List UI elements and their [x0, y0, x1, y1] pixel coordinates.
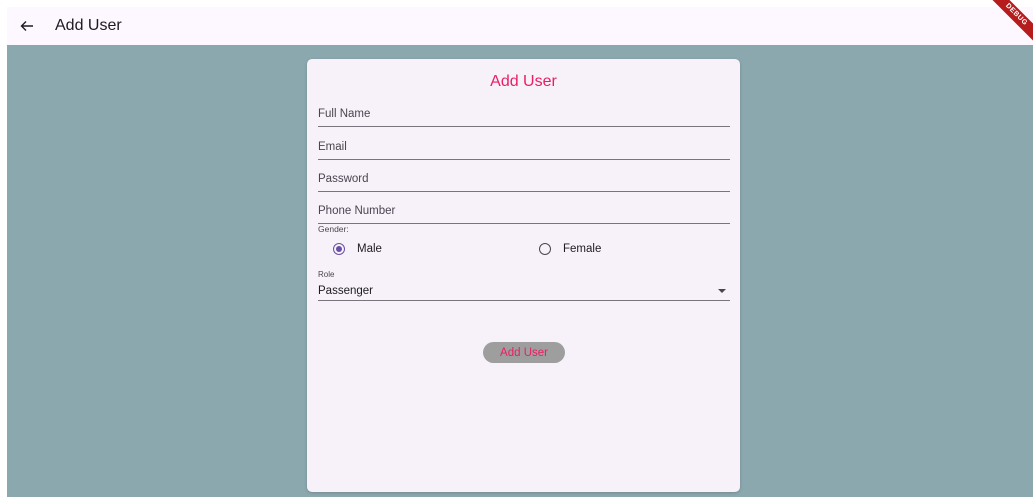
phone-number-input[interactable] [318, 200, 730, 222]
email-field[interactable] [318, 136, 730, 160]
password-input[interactable] [318, 168, 730, 190]
phone-number-field[interactable] [318, 200, 730, 224]
gender-radio-male[interactable]: Male [333, 243, 382, 255]
arrow-left-icon [20, 21, 33, 31]
page-title: Add User [55, 17, 122, 34]
role-label: Role [318, 270, 335, 279]
back-button[interactable] [11, 10, 43, 42]
add-user-card: Add User Gender: Male Female Role Passen… [307, 59, 740, 492]
app-bar: Add User DEBUG [7, 0, 1033, 45]
radio-unselected-icon[interactable] [539, 243, 551, 255]
role-dropdown[interactable]: Passenger [318, 281, 730, 301]
content-area: Add User Gender: Male Female Role Passen… [7, 45, 1033, 497]
full-name-field[interactable] [318, 103, 730, 127]
radio-selected-icon[interactable] [333, 243, 345, 255]
gender-option-label: Female [563, 243, 602, 255]
email-input[interactable] [318, 136, 730, 158]
dropdown-arrow-icon[interactable] [718, 288, 726, 293]
add-user-button[interactable]: Add User [483, 342, 565, 363]
form-title: Add User [490, 73, 557, 90]
gender-radio-female[interactable]: Female [539, 243, 601, 255]
full-name-input[interactable] [318, 103, 730, 125]
role-selected-value: Passenger [318, 284, 373, 297]
debug-banner: DEBUG [987, 0, 1033, 44]
gender-option-label: Male [357, 243, 382, 255]
password-field[interactable] [318, 168, 730, 192]
gender-label: Gender: [318, 224, 349, 234]
